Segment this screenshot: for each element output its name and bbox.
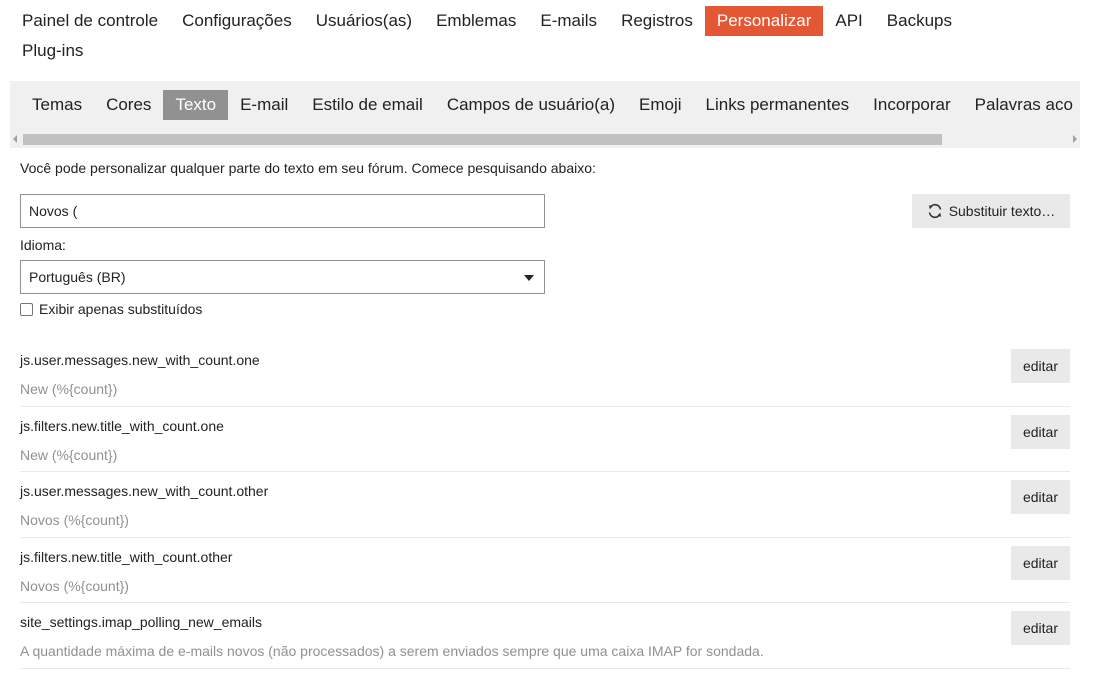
tab-incorporar[interactable]: Incorporar [861, 90, 962, 120]
sub-nav-tabs: Temas Cores Texto E-mail Estilo de email Camp… [20, 90, 1080, 120]
result-value: Novos (%{count}) [20, 577, 129, 594]
tab-links-permanentes[interactable]: Links permanentes [694, 90, 862, 120]
search-results-list: js.user.messages.new_with_count.one New (… [20, 341, 1070, 669]
search-input[interactable] [20, 194, 545, 228]
result-key: js.filters.new.title_with_count.one [20, 417, 224, 434]
language-label: Idioma: [20, 237, 66, 253]
tab-palavras-aco[interactable]: Palavras aco [963, 90, 1080, 120]
tab-estilo-de-email[interactable]: Estilo de email [300, 90, 435, 120]
edit-button[interactable]: editar [1011, 349, 1070, 383]
refresh-icon [927, 203, 943, 219]
horizontal-scrollbar[interactable] [10, 131, 1080, 148]
edit-button[interactable]: editar [1011, 480, 1070, 514]
result-row: js.user.messages.new_with_count.other Nov… [20, 472, 1070, 538]
caret-down-icon [524, 275, 534, 281]
tab-temas[interactable]: Temas [20, 90, 94, 120]
intro-text: Você pode personalizar qualquer parte do… [20, 160, 596, 176]
nav-item-painel-de-controle[interactable]: Painel de controle [10, 6, 170, 36]
replace-text-button[interactable]: Substituir texto… [912, 194, 1070, 228]
scroll-thumb[interactable] [23, 134, 942, 145]
only-overridden-toggle[interactable]: Exibir apenas substituídos [20, 301, 202, 317]
result-row: js.filters.new.title_with_count.other Nov… [20, 538, 1070, 603]
result-key: site_settings.imap_polling_new_emails [20, 614, 263, 630]
edit-button[interactable]: editar [1011, 611, 1070, 645]
tab-campos-de-usuario-a[interactable]: Campos de usuário(a) [435, 90, 627, 120]
nav-item-registros[interactable]: Registros [609, 6, 705, 36]
result-value: Novos (%{count}) [20, 512, 129, 528]
only-overridden-checkbox[interactable] [20, 302, 33, 316]
result-key: js.user.messages.new_with_count.one [20, 352, 260, 368]
tab-emoji[interactable]: Emoji [627, 90, 694, 120]
replace-text-label: Substituir texto… [948, 203, 1056, 219]
result-row: site_settings.imap_polling_new_emails A q… [20, 603, 1070, 669]
result-key: js.filters.new.title_with_count.other [20, 548, 233, 565]
result-key: js.user.messages.new_with_count.other [20, 483, 269, 499]
tab-texto[interactable]: Texto [163, 90, 229, 120]
result-value: A quantidade máxima de e-mails novos (nã… [20, 643, 764, 659]
nav-item-usuarios-as[interactable]: Usuários(as) [304, 6, 424, 36]
only-overridden-label: Exibir apenas substituídos [39, 301, 203, 317]
nav-item-configuracoes[interactable]: Configurações [170, 6, 304, 36]
admin-top-nav: Painel de controle Configurações Usuários(… [10, 6, 1010, 66]
result-value: New (%{count}) [20, 446, 118, 463]
language-select[interactable]: Português (BR) [20, 260, 545, 294]
nav-item-emblemas[interactable]: Emblemas [424, 6, 528, 36]
tab-cores[interactable]: Cores [94, 90, 163, 120]
result-value: New (%{count}) [20, 381, 118, 397]
edit-button[interactable]: editar [1011, 414, 1070, 449]
edit-button[interactable]: editar [1011, 545, 1070, 580]
nav-item-api[interactable]: API [823, 6, 874, 36]
result-row: js.filters.new.title_with_count.one New (… [20, 407, 1070, 472]
scroll-right-arrow-icon[interactable] [1073, 135, 1077, 143]
nav-item-personalizar[interactable]: Personalizar [704, 6, 824, 36]
nav-item-plug-ins[interactable]: Plug-ins [10, 36, 95, 66]
customize-sub-nav: Temas Cores Texto E-mail Estilo de email Camp… [10, 81, 1080, 148]
scroll-left-arrow-icon[interactable] [13, 135, 17, 143]
language-selected-value: Português (BR) [29, 269, 126, 285]
nav-item-backups[interactable]: Backups [875, 6, 964, 36]
nav-item-e-mails[interactable]: E-mails [528, 6, 609, 36]
tab-e-mail[interactable]: E-mail [228, 90, 300, 120]
result-row: js.user.messages.new_with_count.one New (… [20, 341, 1070, 407]
